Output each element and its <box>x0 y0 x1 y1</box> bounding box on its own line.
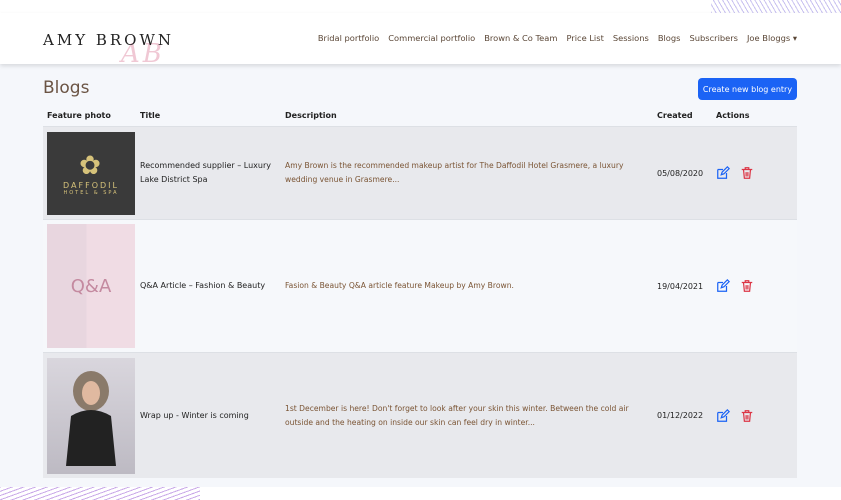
caret-down-icon: ▾ <box>792 33 797 43</box>
nav-subscribers[interactable]: Subscribers <box>689 33 738 43</box>
user-menu[interactable]: Joe Bloggs ▾ <box>747 33 797 43</box>
logo[interactable]: AMY BROWN AB <box>43 31 174 69</box>
table-row: Q&A Q&A Article – Fashion & Beauty Fasio… <box>43 219 797 352</box>
blog-created: 01/12/2022 <box>657 411 704 420</box>
blog-title: Wrap up - Winter is coming <box>140 410 249 420</box>
blog-description: 1st December is here! Don't forget to lo… <box>285 403 629 427</box>
delete-icon[interactable] <box>740 279 754 293</box>
blog-created: 05/08/2020 <box>657 168 704 178</box>
nav-blogs[interactable]: Blogs <box>658 33 681 43</box>
feature-photo: Q&A <box>47 224 135 348</box>
nav-bridal-portfolio[interactable]: Bridal portfolio <box>318 33 379 43</box>
delete-icon[interactable] <box>740 409 754 423</box>
edit-icon[interactable] <box>716 279 730 293</box>
blog-created: 19/04/2021 <box>657 281 704 291</box>
blog-description: Amy Brown is the recommended makeup arti… <box>285 161 624 184</box>
nav-team[interactable]: Brown & Co Team <box>484 33 557 43</box>
delete-icon[interactable] <box>740 166 754 180</box>
nav-price-list[interactable]: Price List <box>566 33 603 43</box>
nav-menu: Bridal portfolio Commercial portfolio Br… <box>318 33 797 43</box>
nav-commercial-portfolio[interactable]: Commercial portfolio <box>388 33 475 43</box>
main-content: Blogs Create new blog entry Feature phot… <box>0 64 841 487</box>
col-title: Title <box>140 110 161 120</box>
table-row: Wrap up - Winter is coming 1st December … <box>43 352 797 478</box>
col-photo: Feature photo <box>47 110 111 120</box>
nav-sessions[interactable]: Sessions <box>613 33 649 43</box>
blog-description: Fasion & Beauty Q&A article feature Make… <box>285 281 514 290</box>
table-row: ✿ DAFFODIL HOTEL & SPA Recommended supplie… <box>43 126 797 219</box>
decorative-lines <box>711 0 841 13</box>
blog-title: Q&A Article – Fashion & Beauty <box>140 281 266 290</box>
feature-photo <box>47 357 135 474</box>
col-created: Created <box>657 110 693 120</box>
col-description: Description <box>285 110 337 120</box>
navbar: AMY BROWN AB Bridal portfolio Commercial … <box>0 13 841 69</box>
table-header: Feature photo Title Description Created … <box>43 104 797 126</box>
col-actions: Actions <box>716 110 750 120</box>
create-blog-button[interactable]: Create new blog entry <box>698 78 797 100</box>
page-title: Blogs <box>43 78 90 98</box>
edit-icon[interactable] <box>716 408 730 423</box>
blog-title: Recommended supplier – Luxury Lake Distr… <box>140 161 271 184</box>
edit-icon[interactable] <box>716 166 730 180</box>
decorative-lines <box>0 487 200 500</box>
feature-photo: ✿ DAFFODIL HOTEL & SPA <box>47 131 135 215</box>
blogs-table: Feature photo Title Description Created … <box>43 104 797 478</box>
